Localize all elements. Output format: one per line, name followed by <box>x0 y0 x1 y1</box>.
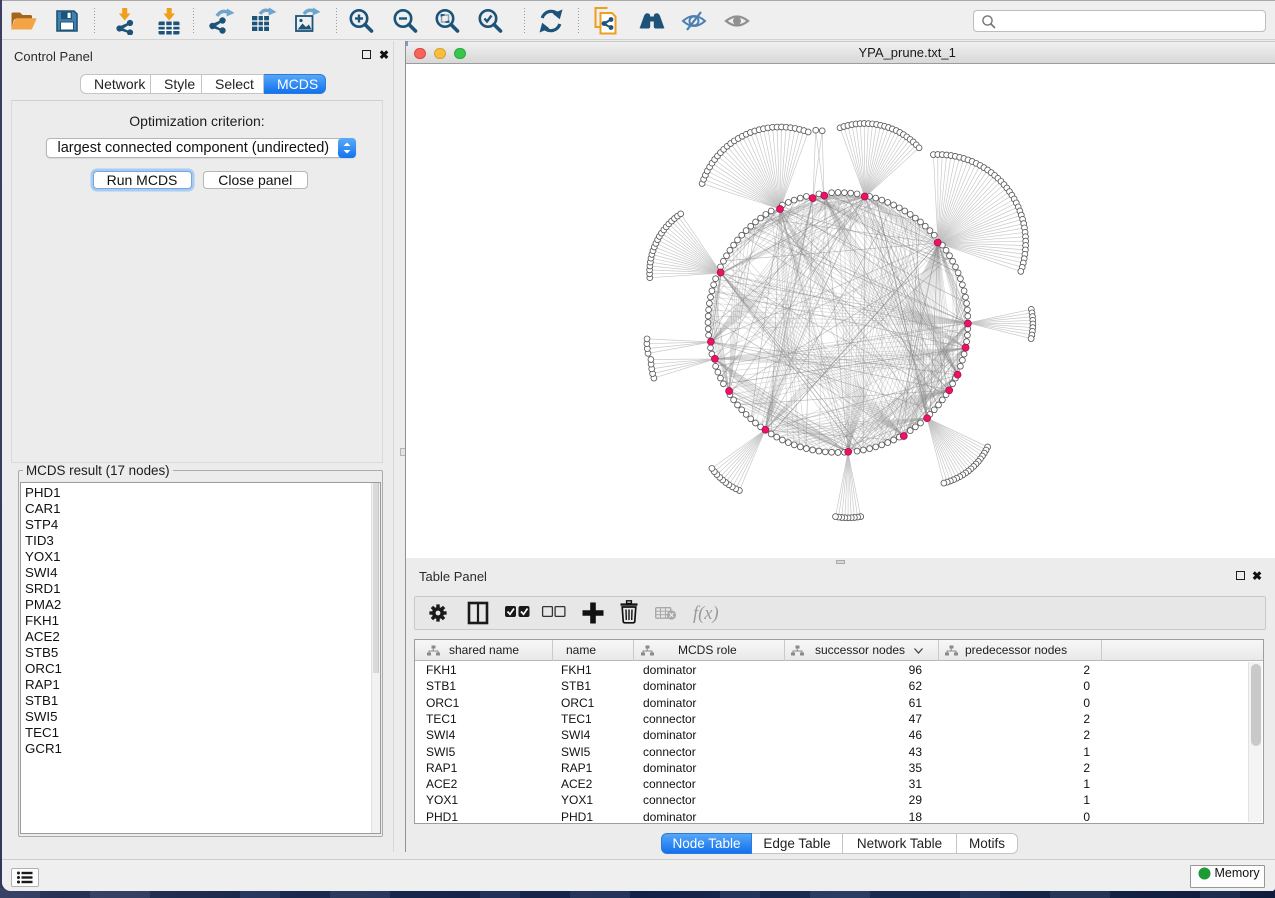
svg-text:f(x): f(x) <box>693 604 719 624</box>
